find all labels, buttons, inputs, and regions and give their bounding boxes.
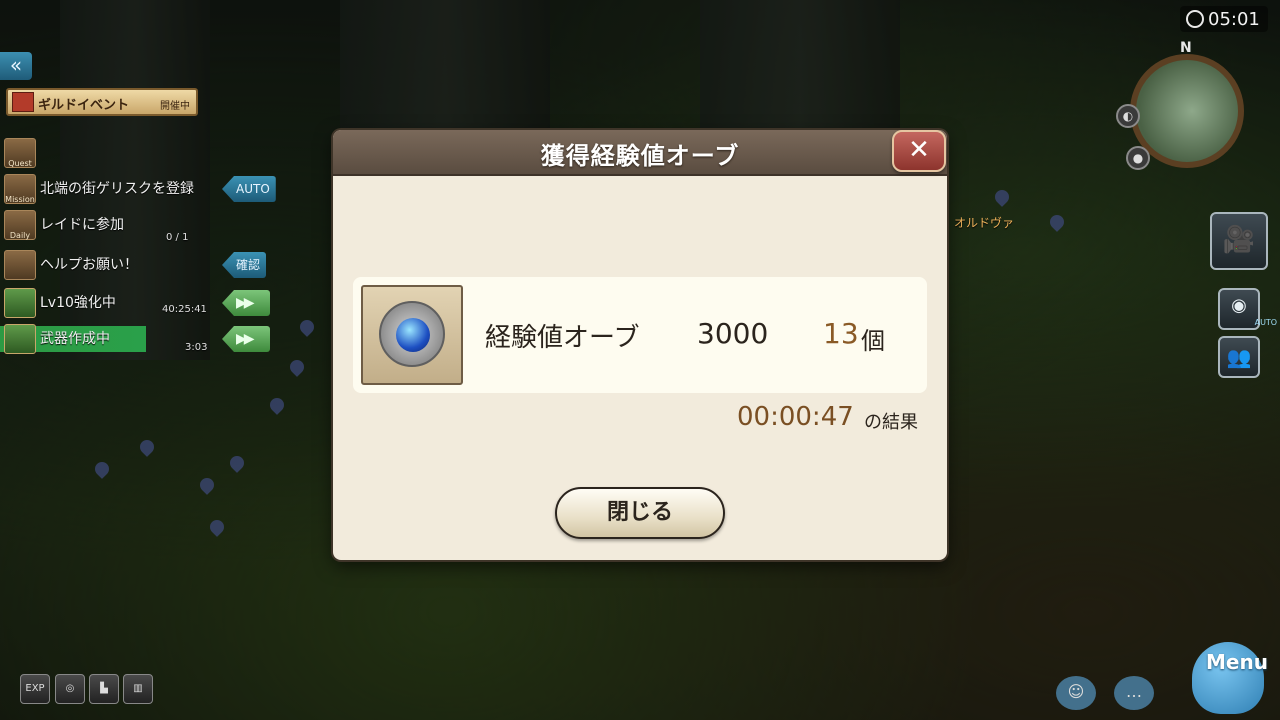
menu-button[interactable]: Menu — [1180, 632, 1276, 720]
confirm-tag-button[interactable]: 確認 — [222, 252, 267, 278]
forge-icon — [4, 324, 36, 354]
mission-icon: Mission — [4, 174, 36, 204]
chat-icon[interactable]: … — [1114, 676, 1154, 710]
exp-orb-icon — [361, 285, 463, 385]
elapsed-time: 00:00:47 — [737, 402, 854, 432]
guild-event-title: ギルドイベント — [38, 98, 130, 113]
daily-icon: Daily — [4, 210, 36, 240]
camera-button[interactable]: 🎥 — [1210, 212, 1268, 270]
reward-item-row: 経験値オーブ 3000 13 個 — [353, 277, 927, 393]
daily-progress: 0 / 1 — [166, 232, 189, 243]
clock-icon — [1186, 10, 1204, 28]
item-count: 13 — [823, 317, 859, 350]
daily-text: レイドに参加 — [40, 217, 124, 233]
auto-battle-button[interactable]: ◉ AUTO — [1218, 288, 1277, 330]
guild-event-status: 開催中 — [160, 101, 190, 112]
item-count-unit: 個 — [861, 327, 885, 355]
dialog-header: 獲得経験値オーブ — [333, 130, 947, 176]
elapsed-suffix: の結果 — [864, 412, 918, 433]
help-text: ヘルプお願い！ — [40, 257, 138, 273]
quest-row-quest[interactable]: Quest — [0, 136, 270, 170]
cage-icon[interactable]: ▥ — [123, 674, 153, 704]
map-character-icon[interactable]: ● — [1126, 146, 1150, 170]
handshake-icon — [4, 250, 36, 280]
compass-icon[interactable]: ◎ — [55, 674, 85, 704]
character-name-label: オルドヴァ — [954, 216, 1015, 230]
exp-button[interactable]: EXP — [20, 674, 50, 704]
game-clock: 05:01 — [1180, 6, 1268, 32]
boots-icon[interactable]: ▙ — [89, 674, 119, 704]
auto-tag-button[interactable]: AUTO — [222, 176, 276, 202]
guild-flag-icon — [12, 92, 34, 112]
quest-icon: Quest — [4, 138, 36, 168]
map-zoom-icon[interactable]: ◐ — [1116, 104, 1140, 128]
quest-row-daily[interactable]: Daily レイドに参加 0 / 1 — [0, 208, 270, 243]
close-icon[interactable]: ✕ — [892, 130, 946, 172]
exp-orb-dialog: 獲得経験値オーブ 経験値オーブ 3000 13 個 00:00:47 の結果 閉… — [333, 130, 947, 560]
fast-forward-button[interactable]: ▶▶ — [222, 326, 270, 352]
emote-icon[interactable]: ☺ — [1056, 676, 1096, 710]
clock-text: 05:01 — [1208, 9, 1260, 30]
quest-row-craft[interactable]: 武器作成中 3:03 ▶▶ — [0, 322, 270, 356]
anvil-icon — [4, 288, 36, 318]
collapse-panel-button[interactable]: « — [0, 52, 32, 80]
item-exp-value: 3000 — [697, 317, 769, 350]
menu-label: Menu — [1206, 650, 1268, 674]
exp-label: EXP — [25, 683, 45, 694]
item-name: 経験値オーブ — [485, 323, 640, 353]
mission-text: 北端の街ゲリスクを登録 — [40, 181, 194, 197]
auto-battle-label: AUTO — [1254, 318, 1278, 327]
quest-row-help[interactable]: ヘルプお願い！ 確認 — [0, 248, 270, 282]
dialog-title: 獲得経験値オーブ — [540, 142, 740, 170]
robot-icon: ◉ — [1231, 295, 1247, 316]
craft-timer: 3:03 — [185, 342, 208, 353]
quest-row-enhance[interactable]: Lv10強化中 40:25:41 ▶▶ — [0, 286, 270, 320]
enhance-timer: 40:25:41 — [162, 304, 207, 315]
party-members-icon: 👥 — [1226, 345, 1252, 369]
close-dialog-button[interactable]: 閉じる — [555, 487, 725, 539]
double-chevron-left-icon: « — [9, 53, 23, 77]
party-button[interactable]: 👥 — [1218, 336, 1260, 378]
video-camera-icon: 🎥 — [1222, 225, 1256, 255]
enhance-text: Lv10強化中 — [40, 295, 116, 311]
fast-forward-button[interactable]: ▶▶ — [222, 290, 270, 316]
quest-row-mission[interactable]: Mission 北端の街ゲリスクを登録 AUTO — [0, 172, 276, 206]
craft-text: 武器作成中 — [40, 331, 110, 347]
guild-event-banner[interactable]: ギルドイベント 開催中 — [6, 88, 198, 116]
